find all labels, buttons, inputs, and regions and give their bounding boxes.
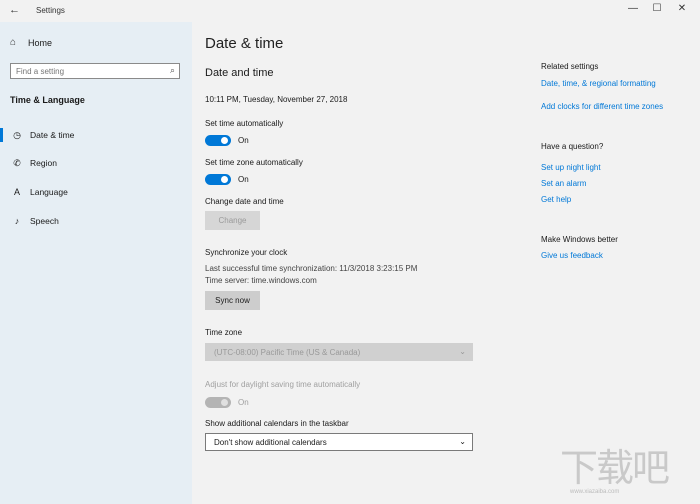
dst-label: Adjust for daylight saving time automati…	[205, 380, 361, 389]
set-tz-auto-toggle[interactable]	[205, 174, 231, 185]
main-content: Date & time Date and time 10:11 PM, Tues…	[192, 22, 700, 504]
back-arrow-icon[interactable]: ←	[9, 4, 20, 16]
search-box[interactable]: ⌕	[10, 63, 180, 79]
current-time: 10:11 PM, Tuesday, November 27, 2018	[205, 95, 348, 104]
regional-formatting-link[interactable]: Date, time, & regional formatting	[541, 79, 656, 88]
sidebar-item-label: Home	[28, 37, 53, 48]
related-settings-title: Related settings	[541, 62, 599, 71]
chevron-down-icon: ⌄	[459, 437, 466, 446]
time-zone-dropdown[interactable]: (UTC-08:00) Pacific Time (US & Canada) ⌄	[205, 343, 473, 361]
dst-row: On	[205, 397, 249, 408]
watermark-url: www.xiazaiba.com	[570, 489, 620, 495]
sidebar-item-label: Speech	[30, 216, 59, 226]
toggle-knob	[221, 399, 228, 406]
sidebar-item-language[interactable]: A Language	[0, 182, 192, 202]
time-zone-label: Time zone	[205, 328, 243, 337]
set-alarm-link[interactable]: Set an alarm	[541, 179, 586, 188]
last-sync-text: Last successful time synchronization: 11…	[205, 264, 418, 273]
toggle-state: On	[238, 398, 249, 407]
sidebar-section-title: Time & Language	[10, 95, 85, 105]
time-server-text: Time server: time.windows.com	[205, 276, 317, 285]
toggle-state: On	[238, 136, 249, 145]
language-icon: A	[13, 187, 20, 197]
sidebar: ⌂ Home ⌕ Time & Language ◷ Date & time ✆…	[0, 22, 192, 504]
get-help-link[interactable]: Get help	[541, 195, 571, 204]
window-title: Settings	[36, 6, 65, 15]
sync-now-button[interactable]: Sync now	[205, 291, 260, 310]
globe-icon: ✆	[13, 157, 21, 168]
chevron-down-icon: ⌄	[459, 347, 466, 356]
add-clocks-link[interactable]: Add clocks for different time zones	[541, 102, 663, 111]
active-indicator	[0, 128, 3, 142]
dropdown-value: Don't show additional calendars	[214, 437, 327, 447]
clock-icon: ◷	[13, 129, 21, 140]
make-windows-better-title: Make Windows better	[541, 235, 618, 244]
watermark: 下载吧 www.xiazaiba.com	[560, 437, 680, 497]
sidebar-item-label: Language	[30, 187, 68, 197]
change-date-time-label: Change date and time	[205, 197, 284, 206]
maximize-button[interactable]: ☐	[650, 3, 664, 14]
microphone-icon: ♪	[14, 216, 20, 226]
set-tz-auto-row: On	[205, 174, 249, 185]
search-input[interactable]	[16, 65, 161, 77]
sidebar-item-home[interactable]: ⌂ Home	[10, 37, 52, 48]
section-title: Date and time	[205, 67, 274, 79]
sidebar-item-date-time[interactable]: ◷ Date & time	[0, 125, 192, 145]
give-feedback-link[interactable]: Give us feedback	[541, 251, 603, 260]
minimize-button[interactable]: —	[626, 3, 640, 14]
sidebar-item-speech[interactable]: ♪ Speech	[0, 211, 192, 231]
home-icon: ⌂	[10, 37, 17, 48]
toggle-state: On	[238, 175, 249, 184]
page-title: Date & time	[205, 35, 284, 52]
toggle-knob	[221, 176, 228, 183]
search-icon[interactable]: ⌕	[170, 65, 175, 76]
dst-toggle[interactable]	[205, 397, 231, 408]
set-time-auto-label: Set time automatically	[205, 119, 284, 128]
sidebar-item-label: Region	[30, 158, 57, 168]
close-button[interactable]: ✕	[675, 3, 689, 14]
toggle-knob	[221, 137, 228, 144]
watermark-logo-text: 下载吧	[560, 446, 670, 490]
sidebar-item-region[interactable]: ✆ Region	[0, 153, 192, 173]
set-tz-auto-label: Set time zone automatically	[205, 158, 303, 167]
set-time-auto-row: On	[205, 135, 249, 146]
dropdown-value: (UTC-08:00) Pacific Time (US & Canada)	[214, 347, 361, 357]
title-bar: ← Settings — ☐ ✕	[0, 0, 700, 22]
sync-title: Synchronize your clock	[205, 248, 288, 257]
set-time-auto-toggle[interactable]	[205, 135, 231, 146]
sidebar-item-label: Date & time	[30, 130, 75, 140]
calendars-label: Show additional calendars in the taskbar	[205, 419, 349, 428]
calendars-dropdown[interactable]: Don't show additional calendars ⌄	[205, 433, 473, 451]
have-question-title: Have a question?	[541, 142, 604, 151]
night-light-link[interactable]: Set up night light	[541, 163, 601, 172]
change-button[interactable]: Change	[205, 211, 260, 230]
